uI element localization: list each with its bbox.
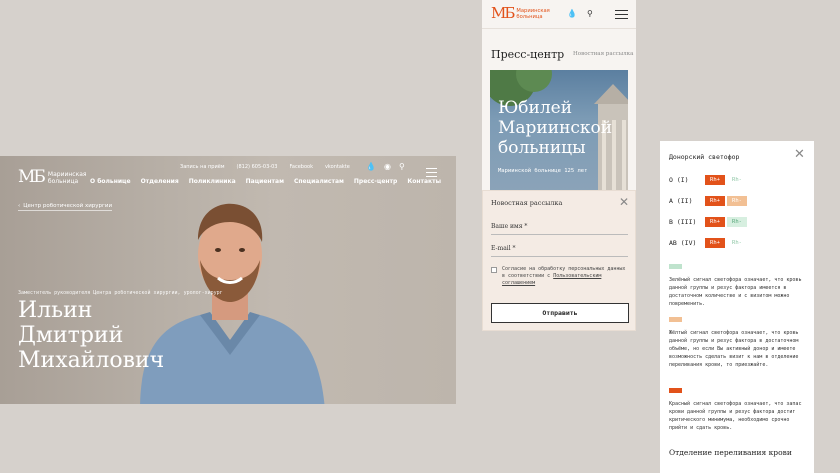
consent-text: Согласие на обработку персональных данны… (502, 266, 626, 286)
blood-group-row: AB (IV) Rh+ Rh- (669, 238, 742, 248)
newsletter-modal: Новостная рассылка ✕ Ваше имя * E-mail *… (482, 190, 636, 331)
newsletter-link[interactable]: Новостная рассылка (573, 51, 633, 57)
newsletter-title: Новостная рассылка (491, 199, 563, 207)
section-title: Отделение переливания крови (669, 448, 792, 457)
mobile-header-icons: 💧 ⚲ (567, 9, 593, 18)
yellow-signal-text: Жёлтый сигнал светофора означает, что кр… (669, 330, 799, 368)
main-nav: О больнице Отделения Поликлиника Пациент… (90, 178, 441, 185)
green-signal-text: Зелёный сигнал светофора означает, что к… (669, 277, 802, 307)
doctor-role: Заместитель руководителя Центра роботиче… (18, 290, 223, 296)
logo-text: Мариинская больница (47, 170, 87, 185)
blood-group-row: O (I) Rh+ Rh- (669, 175, 742, 185)
logo-text: Мариинская больница (516, 7, 550, 20)
email-field[interactable]: E-mail * (491, 245, 628, 257)
blood-group-row: A (II) Rh+ Rh- (669, 196, 749, 206)
header-icons: 💧 ◉ ⚲ (366, 162, 405, 171)
close-icon[interactable]: ✕ (794, 148, 805, 161)
top-utility-links: Запись на приём (812) 605-03-03 Facebook… (180, 164, 350, 170)
nav-about[interactable]: О больнице (90, 178, 131, 185)
search-icon[interactable]: ⚲ (399, 162, 405, 171)
facebook-link[interactable]: Facebook (289, 164, 313, 170)
nav-polyclinic[interactable]: Поликлиника (189, 178, 236, 185)
blood-drop-icon[interactable]: 💧 (366, 162, 376, 171)
doctor-name: Ильин Дмитрий Михайлович (18, 298, 165, 373)
appointment-link[interactable]: Запись на приём (180, 164, 225, 170)
nav-departments[interactable]: Отделения (141, 178, 179, 185)
donor-traffic-light-panel: Донорский светофор ✕ O (I) Rh+ Rh- A (II… (660, 141, 814, 473)
search-icon[interactable]: ⚲ (587, 9, 593, 18)
news-card[interactable]: Юбилей Мариинской больницы Мариинской бо… (490, 70, 628, 192)
site-logo-mobile[interactable]: МБ Мариинская больница (491, 6, 550, 21)
close-icon[interactable]: ✕ (619, 196, 629, 208)
submit-button[interactable]: Отправить (491, 303, 629, 323)
nav-specialists[interactable]: Специалистам (294, 178, 344, 185)
chevron-left-icon: ‹ (18, 203, 21, 209)
blood-drop-icon[interactable]: 💧 (567, 9, 577, 18)
name-field[interactable]: Ваше имя * (491, 223, 628, 235)
green-signal-swatch (669, 264, 682, 269)
phone-link[interactable]: (812) 605-03-03 (237, 164, 278, 170)
accessibility-icon[interactable]: ◉ (384, 162, 391, 171)
site-logo[interactable]: МБ Мариинская больница (18, 169, 87, 186)
nav-contacts[interactable]: Контакты (407, 178, 441, 185)
menu-icon[interactable] (615, 10, 628, 22)
news-card-subtitle: Мариинской больнице 125 лет (498, 168, 588, 174)
yellow-signal-swatch (669, 317, 682, 322)
nav-press[interactable]: Пресс-центр (354, 178, 397, 185)
nav-patients[interactable]: Пациентам (246, 178, 284, 185)
news-card-title: Юбилей Мариинской больницы (498, 98, 613, 158)
consent-checkbox[interactable] (491, 267, 497, 273)
blood-group-row: B (III) Rh+ Rh- (669, 217, 749, 227)
breadcrumb-label: Центр роботической хирургии (23, 203, 113, 209)
doctor-profile-hero: МБ Мариинская больница Запись на приём (… (0, 156, 456, 404)
panel-title: Донорский светофор (669, 153, 740, 161)
page-title: Пресс-центр (491, 48, 565, 61)
breadcrumb[interactable]: ‹ Центр роботической хирургии (18, 203, 113, 211)
vkontakte-link[interactable]: vkontakte (325, 164, 350, 170)
red-signal-swatch (669, 388, 682, 393)
red-signal-text: Красный сигнал светофора означает, что з… (669, 401, 802, 431)
mobile-press-center: МБ Мариинская больница 💧 ⚲ Пресс-центр Н… (482, 0, 636, 192)
